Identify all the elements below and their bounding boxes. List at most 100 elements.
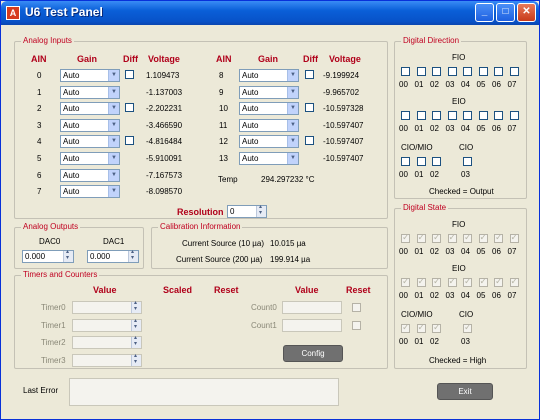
fio-bit-checkbox[interactable] bbox=[509, 67, 519, 76]
chevron-down-icon[interactable]: ▼ bbox=[287, 70, 298, 81]
fio-bit-checkbox[interactable] bbox=[494, 232, 503, 243]
fio-bit-checkbox[interactable] bbox=[416, 67, 426, 76]
chevron-down-icon[interactable]: ▼ bbox=[287, 136, 298, 148]
eio-bit-checkbox[interactable] bbox=[432, 111, 441, 120]
bit-label: 02 bbox=[430, 247, 439, 256]
fio-bit-checkbox[interactable] bbox=[478, 232, 488, 243]
fio-bit-checkbox[interactable] bbox=[416, 232, 426, 243]
exit-button[interactable]: Exit bbox=[437, 383, 493, 400]
resolution-spinner[interactable]: 0 bbox=[227, 203, 267, 218]
fio-bit-checkbox[interactable] bbox=[401, 67, 410, 76]
eio-bit-checkbox[interactable] bbox=[432, 276, 441, 287]
diff-checkbox[interactable] bbox=[125, 103, 134, 113]
eio-bit-checkbox[interactable] bbox=[494, 276, 503, 287]
bit-label: 03 bbox=[461, 337, 470, 346]
fio-bit-checkbox[interactable] bbox=[509, 232, 519, 243]
chevron-down-icon[interactable]: ▼ bbox=[287, 86, 298, 98]
voltage-header: Voltage bbox=[148, 54, 180, 64]
diff-checkbox[interactable] bbox=[125, 70, 134, 79]
cio-bit-checkbox[interactable] bbox=[432, 322, 441, 333]
chevron-down-icon[interactable]: ▼ bbox=[108, 70, 119, 81]
spin-arrows-icon[interactable] bbox=[131, 352, 141, 366]
eio-bit-checkbox[interactable] bbox=[447, 111, 457, 120]
gain-combo[interactable]: Auto ▼ bbox=[239, 135, 299, 149]
gain-combo[interactable]: Auto ▼ bbox=[239, 69, 299, 82]
timer-mode-spinner[interactable] bbox=[72, 317, 142, 332]
gain-combo[interactable]: Auto ▼ bbox=[60, 152, 120, 165]
gain-combo[interactable]: Auto ▼ bbox=[60, 102, 120, 116]
eio-bit-checkbox[interactable] bbox=[447, 276, 457, 287]
chevron-down-icon[interactable]: ▼ bbox=[108, 103, 119, 115]
gain-combo[interactable]: Auto ▼ bbox=[60, 185, 120, 199]
eio-bit-checkbox[interactable] bbox=[478, 276, 488, 287]
gain-combo[interactable]: Auto ▼ bbox=[60, 135, 120, 149]
spin-arrows-icon[interactable] bbox=[256, 203, 266, 217]
eio-bit-checkbox[interactable] bbox=[509, 276, 519, 287]
fio-bit-checkbox[interactable] bbox=[494, 67, 503, 76]
spin-arrows-icon[interactable] bbox=[131, 317, 141, 331]
diff-checkbox[interactable] bbox=[125, 136, 134, 146]
eio-bit-checkbox[interactable] bbox=[509, 111, 519, 120]
fio-bit-checkbox[interactable] bbox=[432, 232, 441, 243]
eio-bit-checkbox[interactable] bbox=[416, 111, 426, 120]
fio-bit-checkbox[interactable] bbox=[463, 67, 472, 76]
dac1-spinner[interactable]: 0.000 bbox=[87, 248, 139, 263]
spin-arrows-icon[interactable] bbox=[131, 299, 141, 313]
eio-bit-checkbox[interactable] bbox=[401, 111, 410, 120]
eio-bit-checkbox[interactable] bbox=[416, 276, 426, 287]
timer-mode-spinner[interactable] bbox=[72, 299, 142, 314]
close-button[interactable]: ✕ bbox=[517, 3, 536, 22]
chevron-down-icon[interactable]: ▼ bbox=[108, 86, 119, 98]
diff-checkbox[interactable] bbox=[305, 136, 314, 146]
timer-mode-spinner[interactable] bbox=[72, 352, 142, 367]
chevron-down-icon[interactable]: ▼ bbox=[108, 153, 119, 164]
chevron-down-icon[interactable]: ▼ bbox=[287, 153, 298, 164]
chevron-down-icon[interactable]: ▼ bbox=[108, 119, 119, 131]
title-bar[interactable]: A U6 Test Panel _ □ ✕ bbox=[1, 1, 539, 25]
config-button[interactable]: Config bbox=[283, 345, 343, 362]
chevron-down-icon[interactable]: ▼ bbox=[287, 119, 298, 131]
gain-combo[interactable]: Auto ▼ bbox=[239, 118, 299, 132]
minimize-button[interactable]: _ bbox=[475, 3, 494, 22]
diff-checkbox[interactable] bbox=[305, 103, 314, 113]
fio-bit-checkbox[interactable] bbox=[447, 67, 457, 76]
gain-combo[interactable]: Auto ▼ bbox=[60, 118, 120, 132]
chevron-down-icon[interactable]: ▼ bbox=[108, 186, 119, 198]
cio-bit-checkbox[interactable] bbox=[432, 157, 441, 166]
counter-reset-checkbox[interactable] bbox=[352, 303, 361, 312]
fio-bit-checkbox[interactable] bbox=[447, 232, 457, 243]
gain-combo[interactable]: Auto ▼ bbox=[239, 102, 299, 116]
diff-checkbox[interactable] bbox=[305, 70, 314, 79]
eio-bit-checkbox[interactable] bbox=[478, 111, 488, 120]
cio-bit-checkbox[interactable] bbox=[463, 157, 472, 166]
fio-bit-checkbox[interactable] bbox=[401, 232, 410, 243]
gain-combo[interactable]: Auto ▼ bbox=[60, 85, 120, 99]
cio-bit-checkbox[interactable] bbox=[401, 157, 410, 166]
cio-bit-checkbox[interactable] bbox=[401, 322, 410, 333]
bit-label: 02 bbox=[430, 170, 439, 179]
chevron-down-icon[interactable]: ▼ bbox=[108, 136, 119, 148]
gain-combo[interactable]: Auto ▼ bbox=[60, 69, 120, 82]
timer-mode-spinner[interactable] bbox=[72, 334, 142, 349]
cio-bit-checkbox[interactable] bbox=[416, 157, 426, 166]
gain-combo[interactable]: Auto ▼ bbox=[239, 85, 299, 99]
dac0-spin-arrows-icon[interactable] bbox=[63, 248, 73, 262]
fio-bit-checkbox[interactable] bbox=[463, 232, 472, 243]
gain-combo[interactable]: Auto ▼ bbox=[60, 168, 120, 182]
cio-bit-checkbox[interactable] bbox=[463, 322, 472, 333]
spin-arrows-icon[interactable] bbox=[131, 334, 141, 348]
maximize-button[interactable]: □ bbox=[496, 3, 515, 22]
gain-combo[interactable]: Auto ▼ bbox=[239, 152, 299, 165]
eio-bit-checkbox[interactable] bbox=[463, 276, 472, 287]
fio-bit-checkbox[interactable] bbox=[478, 67, 488, 76]
eio-bit-checkbox[interactable] bbox=[463, 111, 472, 120]
eio-bit-checkbox[interactable] bbox=[401, 276, 410, 287]
eio-bit-checkbox[interactable] bbox=[494, 111, 503, 120]
chevron-down-icon[interactable]: ▼ bbox=[108, 169, 119, 181]
dac0-spinner[interactable]: 0.000 bbox=[22, 248, 74, 263]
cio-bit-checkbox[interactable] bbox=[416, 322, 426, 333]
counter-reset-checkbox[interactable] bbox=[352, 320, 361, 330]
chevron-down-icon[interactable]: ▼ bbox=[287, 103, 298, 115]
fio-bit-checkbox[interactable] bbox=[432, 67, 441, 76]
dac1-spin-arrows-icon[interactable] bbox=[128, 248, 138, 262]
